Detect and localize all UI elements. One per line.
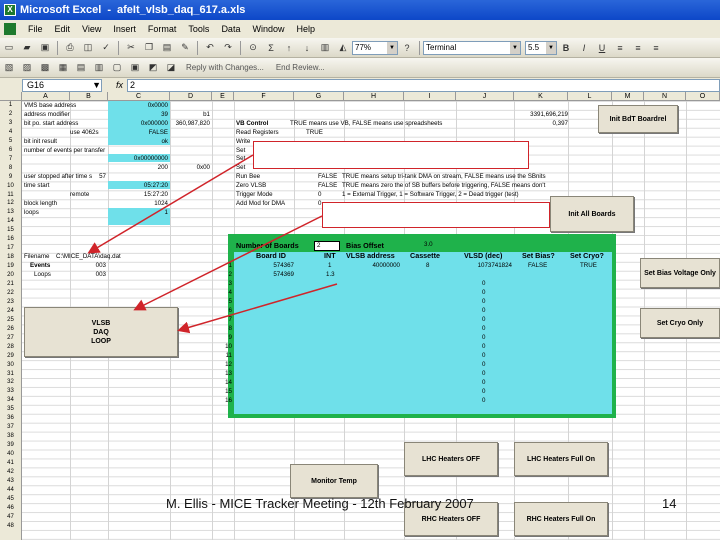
arrow-to-daq-button — [177, 283, 338, 334]
toolbar-separator — [419, 40, 420, 55]
align-center-icon[interactable]: ≡ — [631, 41, 645, 55]
slide-page-number: 14 — [662, 496, 677, 511]
zoom-select[interactable]: 77% ▼ — [352, 40, 398, 55]
chart-icon[interactable]: ▥ — [318, 41, 332, 55]
file-title: afeIt_vlsb_daq_617.a.xls — [116, 4, 246, 16]
italic-button[interactable]: I — [577, 41, 591, 55]
toolbar-separator — [240, 40, 241, 55]
reviewing-toolbar: ▧ ▨ ▩ ▦ ▤ ▥ ▢ ▣ ◩ ◪ Reply with Changes..… — [0, 58, 720, 78]
review-icon-5[interactable]: ▤ — [74, 61, 88, 75]
menu-format[interactable]: Format — [142, 24, 183, 34]
name-box-value: G16 — [27, 80, 45, 90]
formula-bar: G16 ▼ fx 2 — [0, 78, 720, 92]
arrow-to-daq-loop — [133, 215, 323, 311]
font-value: Terminal — [426, 43, 457, 52]
review-icon-3[interactable]: ▩ — [38, 61, 52, 75]
standard-toolbar: ▭ ▰ ▣ ⎙ ◫ ✓ ✂ ❐ ▤ ✎ ↶ ↷ ⊙ Σ ↑ ↓ ▥ ◭ 77% … — [0, 38, 720, 58]
arrow-to-filename — [87, 154, 254, 254]
excel-icon: X — [4, 4, 16, 16]
menu-help[interactable]: Help — [290, 24, 321, 34]
help-icon[interactable]: ? — [400, 41, 414, 55]
review-icon-6[interactable]: ▥ — [92, 61, 106, 75]
formula-input[interactable]: 2 — [127, 78, 720, 92]
name-box[interactable]: G16 ▼ — [22, 78, 102, 92]
sort-desc-icon[interactable]: ↓ — [300, 41, 314, 55]
chevron-down-icon[interactable]: ▼ — [92, 80, 101, 90]
font-size-value: 5.5 — [528, 43, 540, 52]
new-icon[interactable]: ▭ — [2, 41, 16, 55]
review-icon-4[interactable]: ▦ — [56, 61, 70, 75]
app-title: Microsoft Excel — [20, 4, 102, 16]
menu-window[interactable]: Window — [246, 24, 290, 34]
review-icon-10[interactable]: ◪ — [164, 61, 178, 75]
menu-tools[interactable]: Tools — [182, 24, 215, 34]
menu-edit[interactable]: Edit — [49, 24, 77, 34]
review-icon-9[interactable]: ◩ — [146, 61, 160, 75]
review-icon-7[interactable]: ▢ — [110, 61, 124, 75]
undo-icon[interactable]: ↶ — [203, 41, 217, 55]
menu-file[interactable]: File — [22, 24, 49, 34]
cut-icon[interactable]: ✂ — [124, 41, 138, 55]
font-select[interactable]: Terminal ▼ — [423, 40, 521, 55]
reply-changes-button[interactable]: Reply with Changes... — [180, 63, 270, 72]
title-bar: X Microsoft Excel - afeIt_vlsb_daq_617.a… — [0, 0, 720, 20]
menu-data[interactable]: Data — [215, 24, 246, 34]
spelling-icon[interactable]: ✓ — [99, 41, 113, 55]
review-icon-2[interactable]: ▨ — [20, 61, 34, 75]
title-separator: - — [107, 4, 111, 16]
print-icon[interactable]: ⎙ — [63, 41, 77, 55]
redo-icon[interactable]: ↷ — [221, 41, 235, 55]
toolbar-separator — [197, 40, 198, 55]
menu-bar: File Edit View Insert Format Tools Data … — [0, 20, 720, 38]
annotation-arrows — [87, 154, 338, 334]
align-right-icon[interactable]: ≡ — [649, 41, 663, 55]
chevron-down-icon[interactable]: ▼ — [387, 41, 397, 54]
autosum-icon[interactable]: Σ — [264, 41, 278, 55]
toolbar-separator — [57, 40, 58, 55]
workbook-icon[interactable] — [4, 23, 16, 35]
copy-icon[interactable]: ❐ — [142, 41, 156, 55]
zoom-value: 77% — [355, 43, 372, 52]
end-review-button[interactable]: End Review... — [270, 63, 331, 72]
menu-view[interactable]: View — [76, 24, 107, 34]
slide-caption: M. Ellis - MICE Tracker Meeting - 12th F… — [166, 496, 474, 511]
chevron-down-icon[interactable]: ▼ — [546, 41, 556, 54]
format-painter-icon[interactable]: ✎ — [178, 41, 192, 55]
underline-button[interactable]: U — [595, 41, 609, 55]
drawing-icon[interactable]: ◭ — [336, 41, 350, 55]
bold-button[interactable]: B — [559, 41, 573, 55]
paste-icon[interactable]: ▤ — [160, 41, 174, 55]
font-size-select[interactable]: 5.5 ▼ — [525, 40, 557, 55]
review-icon-1[interactable]: ▧ — [2, 61, 16, 75]
sort-asc-icon[interactable]: ↑ — [282, 41, 296, 55]
chevron-down-icon[interactable]: ▼ — [510, 41, 520, 54]
function-icon[interactable]: fx — [116, 80, 123, 90]
menu-insert[interactable]: Insert — [107, 24, 142, 34]
open-icon[interactable]: ▰ — [20, 41, 34, 55]
spreadsheet-grid[interactable]: A B C D E F G H I J K L M N O 1234567891… — [0, 92, 720, 540]
save-icon[interactable]: ▣ — [38, 41, 52, 55]
align-left-icon[interactable]: ≡ — [613, 41, 627, 55]
hyperlink-icon[interactable]: ⊙ — [246, 41, 260, 55]
review-icon-8[interactable]: ▣ — [128, 61, 142, 75]
preview-icon[interactable]: ◫ — [81, 41, 95, 55]
toolbar-separator — [118, 40, 119, 55]
